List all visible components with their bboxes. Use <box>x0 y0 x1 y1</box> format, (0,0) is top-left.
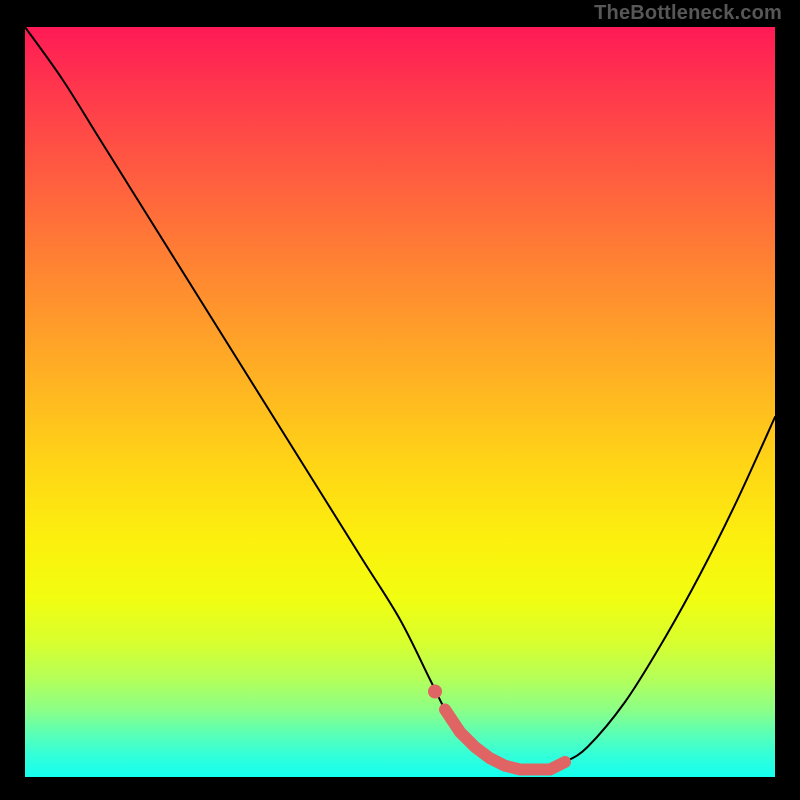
chart-stage: TheBottleneck.com <box>0 0 800 800</box>
flat-zone-highlight <box>445 710 565 770</box>
flat-zone-start-dot <box>428 685 442 699</box>
plot-area <box>25 27 775 777</box>
bottleneck-curve <box>25 27 775 770</box>
attribution-label: TheBottleneck.com <box>594 2 782 25</box>
curve-layer <box>25 27 775 777</box>
